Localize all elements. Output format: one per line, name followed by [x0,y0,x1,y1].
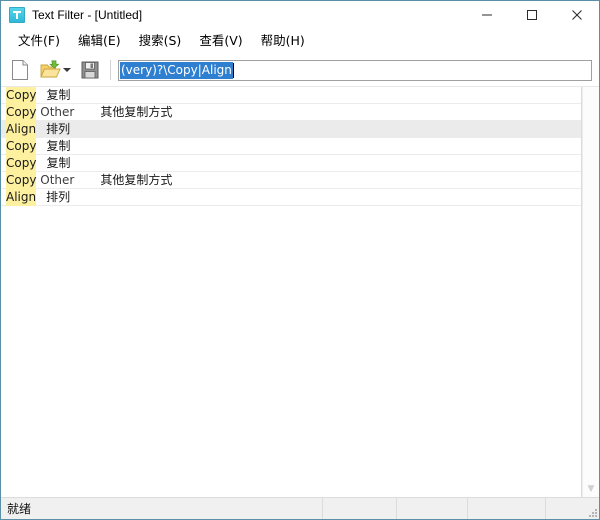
row-match-text: Align [6,120,37,138]
table-row[interactable]: Copy 复制 [1,154,581,172]
vertical-scrollbar[interactable]: ▼ [582,87,599,497]
row-translation-text: 复制 [46,138,71,153]
save-floppy-icon [81,61,99,79]
row-rest-text: Other [36,104,75,119]
status-cell-3 [397,498,468,519]
row-match-text: Copy [6,103,37,121]
maximize-button[interactable] [509,1,554,29]
table-row[interactable]: Copy 复制 [1,87,581,104]
save-button[interactable] [75,57,105,83]
filter-funnel-icon [9,7,25,23]
resize-grip-icon[interactable] [585,505,597,517]
status-cell-4 [468,498,546,519]
row-translation-text: 其他复制方式 [100,172,173,187]
table-row[interactable]: Copy 复制 [1,137,581,155]
text-caret [232,62,234,78]
row-match-text: Copy [6,137,37,155]
table-row[interactable]: Copy Other 其他复制方式 [1,171,581,189]
row-match-text: Align [6,188,37,206]
row-translation-text: 排列 [46,189,71,204]
title-bar[interactable]: Text Filter - [Untitled] [1,1,599,30]
open-file-button[interactable] [35,57,75,83]
table-row[interactable]: Copy Other 其他复制方式 [1,103,581,121]
window-controls [464,1,599,29]
new-document-button[interactable] [5,57,35,83]
row-match-text: Copy [6,154,37,172]
table-row[interactable]: Align 排列 [1,188,581,206]
close-icon [571,10,582,20]
row-match-text: Copy [6,87,37,104]
status-bar: 就绪 [1,497,599,519]
menu-item-help[interactable]: 帮助(H) [252,31,314,52]
status-cell-5 [546,498,599,519]
row-translation-text: 复制 [46,155,71,170]
menu-item-search[interactable]: 搜索(S) [130,31,191,52]
row-rest-text: Other [36,172,75,187]
new-document-icon [12,60,28,80]
close-button[interactable] [554,1,599,29]
chevron-down-icon[interactable]: ▼ [583,485,599,494]
maximize-icon [526,10,537,20]
row-match-text: Copy [6,171,37,189]
row-translation-text: 复制 [46,87,71,102]
results-list-column[interactable]: Copy 复制 Copy Other 其他复制方式 Align 排列 Copy 复制 C… [1,87,582,497]
application-window: Text Filter - [Untitled] 文件(F) 编辑(E) 搜索(… [0,0,600,520]
window-title: Text Filter - [Untitled] [32,8,143,22]
chevron-down-icon[interactable] [62,68,71,72]
menu-item-view[interactable]: 查看(V) [190,31,251,52]
results-list: Copy 复制 Copy Other 其他复制方式 Align 排列 Copy 复制 C… [1,87,599,497]
menu-bar: 文件(F) 编辑(E) 搜索(S) 查看(V) 帮助(H) [1,30,599,54]
minimize-button[interactable] [464,1,509,29]
toolbar-separator [110,60,111,80]
menu-item-file[interactable]: 文件(F) [9,31,69,52]
search-input-value: (very)?\Copy|Align [120,61,233,79]
menu-item-edit[interactable]: 编辑(E) [69,31,130,52]
search-input[interactable]: (very)?\Copy|Align [118,59,592,81]
open-folder-icon [39,60,61,78]
row-translation-text: 其他复制方式 [100,104,173,119]
table-row-selected[interactable]: Align 排列 [1,120,581,138]
minimize-icon [481,14,492,16]
row-translation-text: 排列 [46,121,71,136]
toolbar: (very)?\Copy|Align [1,54,599,87]
status-message: 就绪 [1,498,323,519]
status-cell-2 [323,498,397,519]
